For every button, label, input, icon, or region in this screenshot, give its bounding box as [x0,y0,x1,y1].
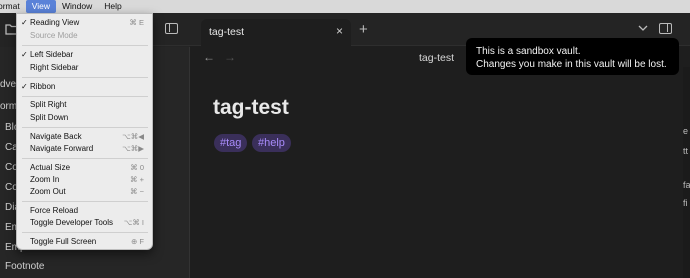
view-header-title[interactable]: tag-test [419,52,454,64]
new-tab-icon[interactable]: + [359,22,368,37]
menu-separator [22,201,148,202]
menu-separator [22,127,148,128]
menu-item-navigate-forward[interactable]: Navigate Forward ⌥⌘▶ [17,143,152,155]
sidebar-item[interactable]: dve [0,79,16,90]
menu-window[interactable]: Window [56,0,98,13]
menu-item-reading-view[interactable]: ✓ Reading View ⌘ E [17,17,152,29]
menu-item-right-sidebar[interactable]: Right Sidebar [17,62,152,74]
menu-item-split-down[interactable]: Split Down [17,112,152,124]
menu-view[interactable]: View [25,0,57,13]
menu-separator [22,232,148,233]
app-window: ormat View Window Help dve orm Blo Ca Co… [0,0,690,278]
chevron-down-icon[interactable] [638,24,648,32]
checkmark-icon: ✓ [21,18,28,27]
checkmark-icon: ✓ [21,82,28,91]
menu-item-force-reload[interactable]: Force Reload [17,205,152,217]
menu-item-split-right[interactable]: Split Right [17,99,152,111]
notice-line-1: This is a sandbox vault. [476,46,581,57]
checkmark-icon: ✓ [21,50,28,59]
menu-item-source-mode: Source Mode [30,31,78,40]
menu-item-navigate-back[interactable]: Navigate Back ⌥⌘◀ [17,131,152,143]
menu-separator [22,158,148,159]
menu-item-actual-size[interactable]: Actual Size ⌘ 0 [17,162,152,174]
notice-line-2: Changes you make in this vault will be l… [476,59,667,70]
menu-item-toggle-full-screen[interactable]: Toggle Full Screen ⊕ F [17,236,152,248]
note-title: tag-test [213,96,289,119]
tab-tag-test[interactable]: tag-test × [201,19,351,47]
tag-pill[interactable]: #tag [214,134,248,152]
menu-help[interactable]: Help [98,0,127,13]
sidebar-item-footnote[interactable]: Footnote [5,261,44,272]
view-menu: ✓ Reading View ⌘ E Source Mode ✓ Left Si… [16,13,153,250]
right-pane-fragment: fi [683,198,688,208]
tag-pill[interactable]: #help [252,134,291,152]
right-pane-fragment: tt [683,146,689,156]
right-pane-fragment: e [683,126,689,136]
arrow-left-icon[interactable]: ← [203,50,215,64]
menu-item-left-sidebar[interactable]: ✓ Left Sidebar [17,49,152,61]
menu-item-toggle-developer-tools[interactable]: Toggle Developer Tools ⌥⌘ I [17,217,152,229]
menu-separator [22,77,148,78]
right-pane-fragment: fa [683,180,690,190]
macos-menubar: ormat View Window Help [0,0,690,13]
sidebar-item[interactable]: orm [0,101,17,112]
tab-title: tag-test [209,26,245,38]
sandbox-notice[interactable]: This is a sandbox vault. Changes you mak… [466,38,679,75]
menu-item-zoom-out[interactable]: Zoom Out ⌘ − [17,186,152,198]
menu-separator [22,96,148,97]
close-icon[interactable]: × [336,24,343,38]
right-sidebar-toggle-icon[interactable] [659,23,672,34]
left-sidebar-toggle-icon[interactable] [165,23,178,34]
right-pane-edge [683,67,690,278]
menu-item-zoom-in[interactable]: Zoom In ⌘ + [17,174,152,186]
arrow-right-icon[interactable]: → [224,50,236,64]
menu-item-ribbon[interactable]: ✓ Ribbon [17,81,152,93]
menu-separator [22,45,148,46]
menu-format[interactable]: ormat [0,0,26,13]
